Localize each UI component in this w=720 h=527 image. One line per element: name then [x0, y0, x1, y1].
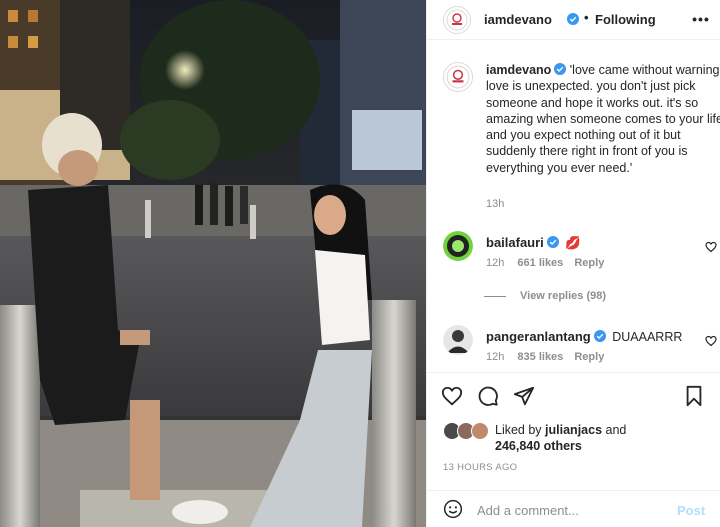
post-timestamp: 13 HOURS AGO	[443, 462, 518, 473]
caption-avatar[interactable]	[443, 62, 473, 92]
commenter-avatar[interactable]	[443, 325, 473, 355]
post-side-panel: iamdevano • Following ••• iamdevano 'lov…	[426, 0, 720, 527]
caption-username[interactable]: iamdevano	[486, 63, 551, 77]
commenter-avatar[interactable]	[443, 231, 473, 261]
comment-likes[interactable]: 661 likes	[517, 257, 563, 269]
author-avatar[interactable]	[443, 6, 471, 34]
liked-by-prefix: Liked by	[495, 423, 542, 437]
comment-bubble-icon[interactable]	[477, 385, 499, 407]
night-street-photo	[0, 0, 426, 527]
verified-badge-icon	[593, 330, 606, 342]
emoji-smiley-icon[interactable]	[443, 499, 463, 519]
separator-dot: •	[584, 10, 589, 25]
comment-body: pangeranlantang DUAAARRR	[486, 329, 686, 344]
caption-body: 'love came without warning. love is unex…	[486, 63, 720, 175]
author-logo-icon	[446, 9, 468, 31]
liked-by: Liked by julianjacs and 246,840 others	[443, 420, 713, 456]
post-photo[interactable]	[0, 0, 426, 527]
avatar-image	[443, 231, 473, 261]
reply-button[interactable]: Reply	[574, 257, 604, 269]
author-logo-icon	[446, 65, 470, 89]
verified-badge-icon	[546, 236, 559, 248]
add-comment-bar: Post	[427, 490, 720, 527]
comment-meta: 12h 835 likes Reply	[486, 351, 604, 363]
avatar-image	[443, 325, 473, 355]
comment-time: 12h	[486, 257, 505, 269]
post-comment-button[interactable]: Post	[677, 503, 705, 518]
save-bookmark-icon[interactable]	[683, 385, 705, 407]
view-replies-button[interactable]: View replies (98)	[484, 290, 606, 302]
caption-time: 13h	[486, 198, 505, 210]
like-comment-heart-icon[interactable]	[705, 335, 717, 347]
comment-meta: 12h 661 likes Reply	[486, 257, 604, 269]
like-comment-heart-icon[interactable]	[705, 241, 717, 253]
liked-by-user[interactable]: julianjacs	[545, 423, 602, 437]
share-paper-plane-icon[interactable]	[513, 385, 535, 407]
verified-badge-icon	[554, 63, 567, 75]
comment-input[interactable]	[477, 499, 667, 521]
comment-time: 12h	[486, 351, 505, 363]
view-replies-label: View replies (98)	[520, 290, 607, 302]
comment-likes[interactable]: 835 likes	[517, 351, 563, 363]
liker-avatars	[443, 422, 491, 440]
following-button[interactable]: Following	[595, 12, 656, 27]
more-options-icon[interactable]: •••	[691, 9, 711, 29]
verified-badge-icon	[567, 13, 579, 25]
comment-text: DUAAARRR	[612, 330, 683, 344]
author-username[interactable]: iamdevano	[484, 12, 552, 27]
liked-by-joiner: and	[605, 423, 627, 437]
post-header: iamdevano • Following •••	[427, 0, 720, 40]
reply-button[interactable]: Reply	[574, 351, 604, 363]
comment-body: bailafauri 💋	[486, 235, 686, 251]
like-heart-icon[interactable]	[441, 385, 463, 407]
commenter-username[interactable]: pangeranlantang	[486, 329, 591, 344]
post-actions-bar	[427, 372, 720, 416]
liked-by-text: Liked by julianjacs and 246,840 others	[495, 422, 626, 454]
commenter-username[interactable]: bailafauri	[486, 235, 544, 250]
likes-count[interactable]: 246,840 others	[495, 439, 582, 453]
liker-avatar	[471, 422, 489, 440]
replies-divider-line	[484, 295, 506, 297]
comment-text: 💋	[565, 236, 581, 250]
caption-text: iamdevano 'love came without warning. lo…	[486, 62, 720, 176]
